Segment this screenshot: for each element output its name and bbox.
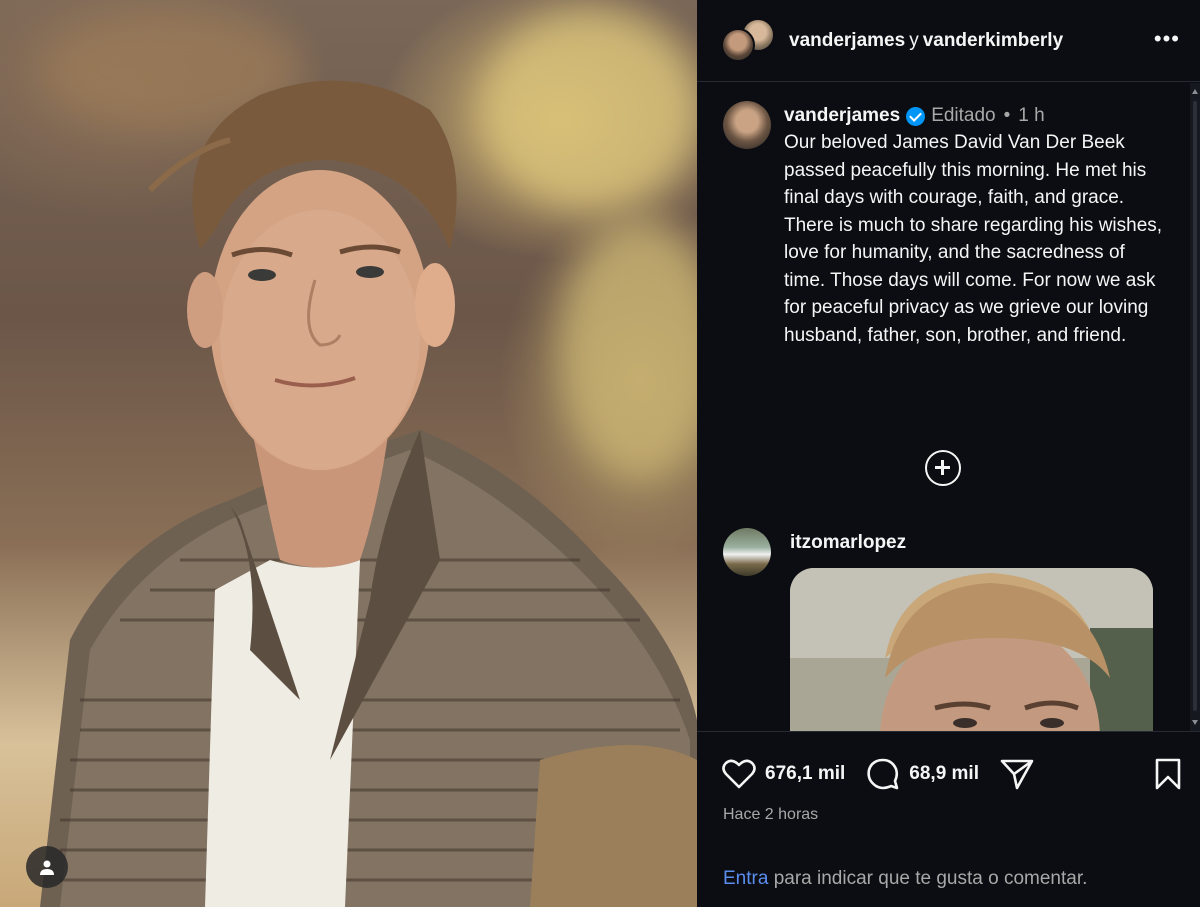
collab-authors: vanderjames y vanderkimberly	[789, 30, 1063, 52]
verified-badge-icon	[906, 106, 926, 126]
comment-button[interactable]	[865, 756, 901, 792]
share-button[interactable]	[999, 756, 1035, 792]
portrait-figure	[40, 80, 697, 907]
comment-username[interactable]: itzomarlopez	[790, 532, 906, 554]
caption-username[interactable]: vanderjames	[784, 105, 900, 127]
comments-scroll-area[interactable]: vanderjames Editado • 1 h Our beloved Ja…	[697, 83, 1200, 731]
tag-user-button[interactable]	[26, 846, 68, 888]
comments-count[interactable]: 68,9 mil	[909, 763, 979, 785]
avatar[interactable]	[723, 528, 771, 576]
collab-avatars[interactable]	[721, 17, 775, 64]
login-link[interactable]: Entra	[723, 868, 768, 889]
save-button[interactable]	[1150, 756, 1186, 792]
like-button[interactable]	[721, 756, 757, 792]
author-link-b[interactable]: vanderkimberly	[923, 30, 1063, 51]
post-header: vanderjames y vanderkimberly •••	[697, 0, 1200, 82]
avatar[interactable]	[723, 101, 771, 149]
more-options-button[interactable]: •••	[1154, 28, 1180, 50]
scroll-up-arrow-icon[interactable]	[1192, 89, 1198, 94]
caption-text: Our beloved James David Van Der Beek pas…	[784, 132, 1163, 346]
paper-plane-icon	[1000, 759, 1034, 790]
avatar-vanderjames[interactable]	[721, 27, 755, 62]
scrollbar-thumb[interactable]	[1193, 101, 1197, 711]
comment-image[interactable]	[790, 568, 1153, 731]
scroll-down-arrow-icon[interactable]	[1192, 720, 1198, 725]
post-actions: 676,1 mil 68,9 mil Hace 2 horas Entra pa…	[697, 731, 1200, 907]
login-prompt-text: para indicar que te gusta o comentar.	[768, 868, 1088, 889]
post-timestamp[interactable]: Hace 2 horas	[723, 806, 818, 824]
window-bottom-edge	[0, 907, 1200, 922]
caption-time[interactable]: 1 h	[1018, 105, 1044, 127]
login-prompt: Entra para indicar que te gusta o coment…	[723, 868, 1087, 890]
person-icon	[40, 860, 54, 875]
heart-icon	[722, 759, 756, 789]
bookmark-icon	[1155, 758, 1181, 790]
plus-circle-icon[interactable]	[925, 450, 961, 486]
post-side-panel: vanderjames y vanderkimberly ••• vanderjam…	[697, 0, 1200, 907]
post-photo[interactable]	[0, 0, 697, 907]
meta-separator: •	[1003, 105, 1011, 126]
likes-count[interactable]: 676,1 mil	[765, 763, 845, 785]
author-joiner: y	[909, 29, 919, 51]
comment-photo-figure	[790, 568, 1153, 731]
edited-label: Editado	[931, 105, 996, 126]
comment-bubble-icon	[867, 758, 899, 790]
scrollbar[interactable]	[1190, 83, 1200, 731]
author-link-a[interactable]: vanderjames	[789, 30, 905, 51]
